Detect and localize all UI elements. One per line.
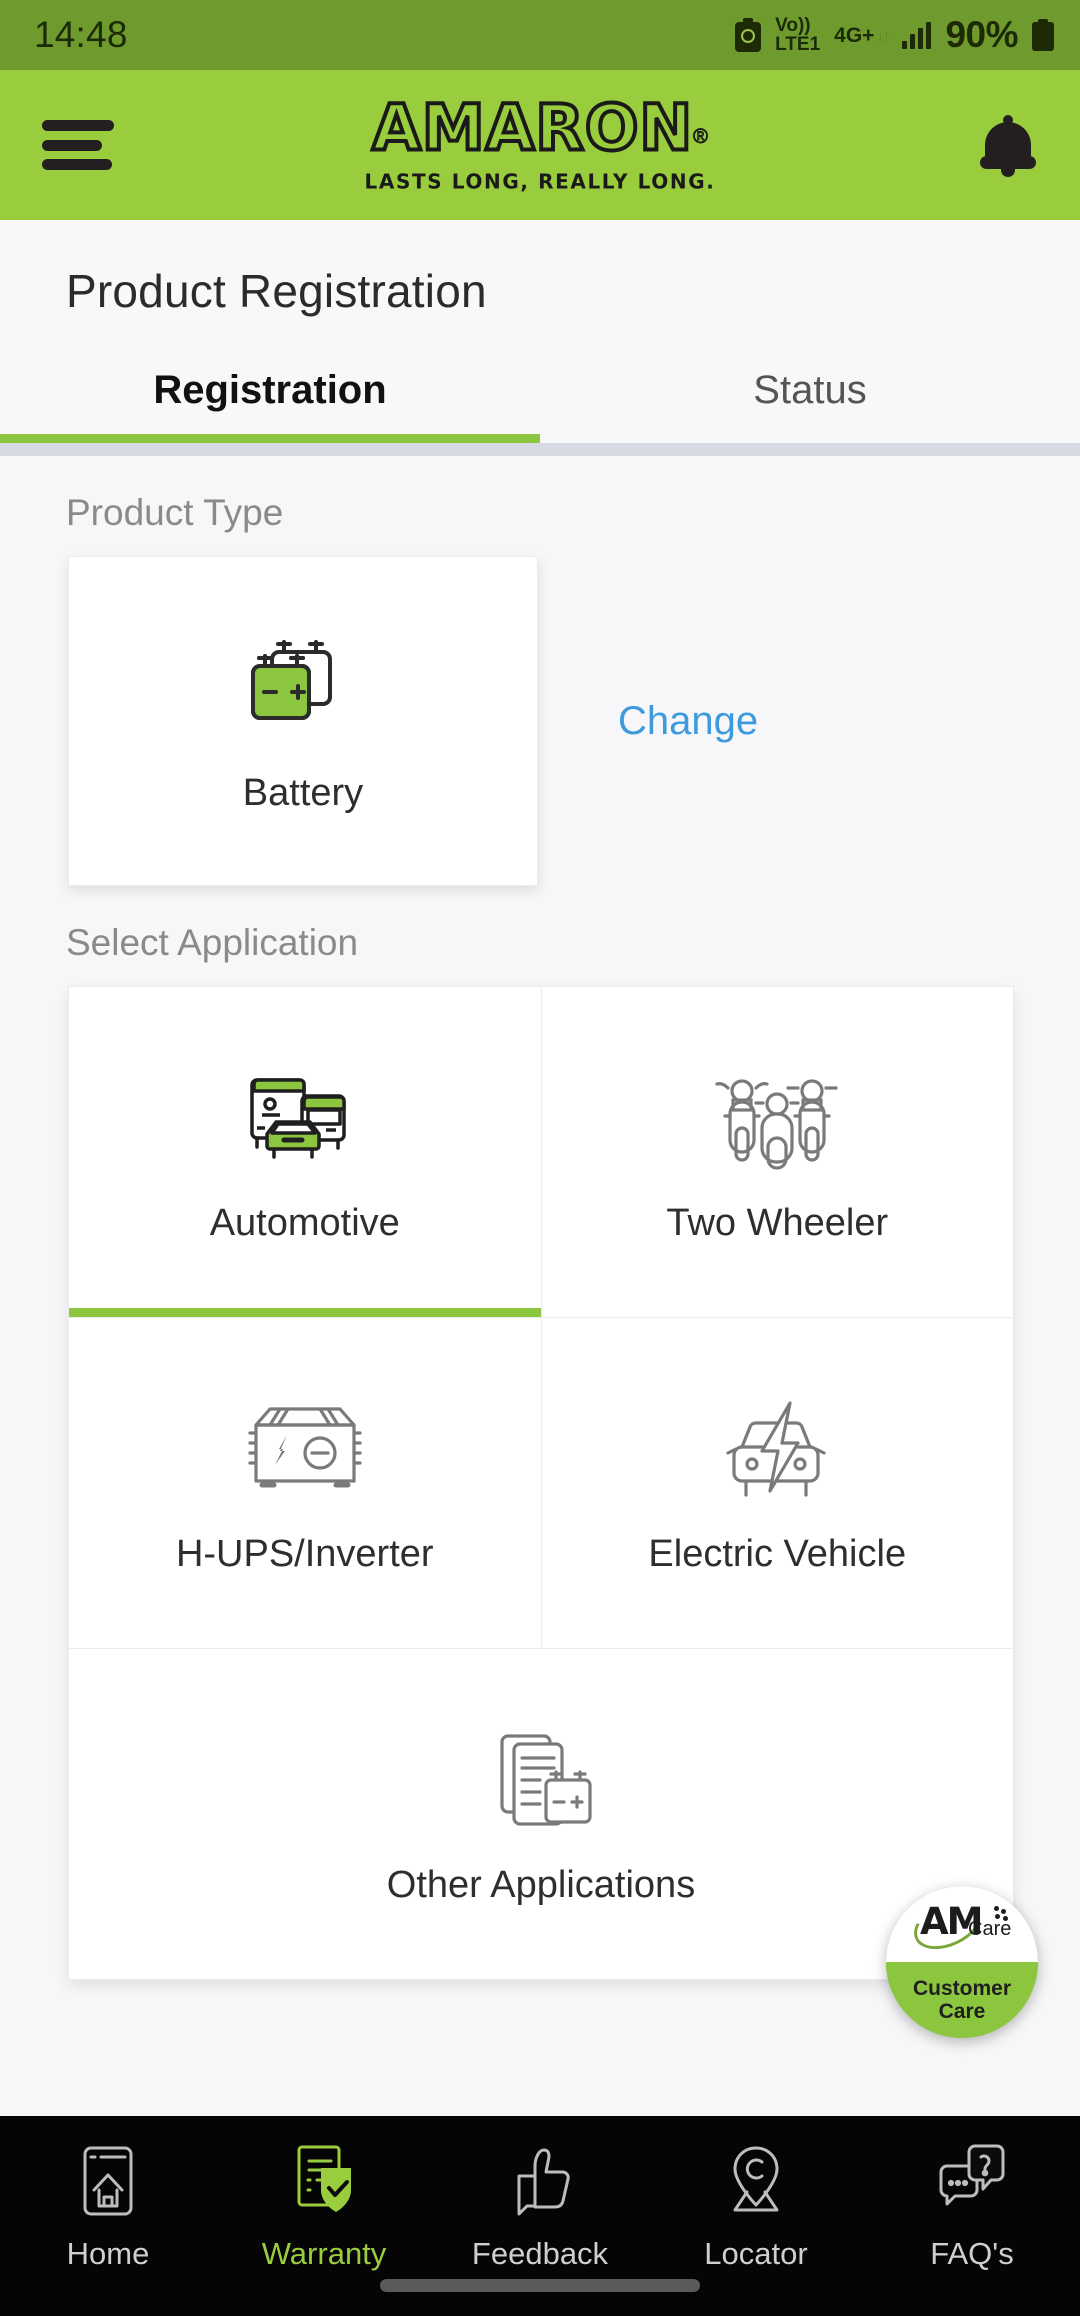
amcare-dots-icon <box>994 1906 1012 1924</box>
nav-item-faqs[interactable]: FAQ's <box>864 2142 1080 2272</box>
thumbs-up-icon <box>501 2142 579 2226</box>
status-bar: 14:48 Vo)) LTE1 4G+ ↓↑ 90% <box>0 0 1080 70</box>
brand-logo: AMARON® LASTS LONG, REALLY LONG. <box>260 91 820 194</box>
truck-bus-car-icon <box>240 1060 370 1178</box>
product-type-label-value: Battery <box>242 771 364 814</box>
product-type-label: Product Type <box>66 492 284 533</box>
hamburger-menu-icon[interactable] <box>42 116 114 174</box>
volte-line2: LTE1 <box>775 34 821 55</box>
tab-status[interactable]: Status <box>540 356 1080 443</box>
warranty-shield-icon <box>285 2142 363 2226</box>
application-label: Two Wheeler <box>666 1201 889 1244</box>
customer-care-line1: Customer <box>912 1976 1012 2000</box>
scooters-icon <box>712 1060 842 1178</box>
status-time: 14:48 <box>34 14 128 55</box>
application-card-automotive[interactable]: Automotive <box>69 987 541 1317</box>
faq-chat-icon <box>933 2142 1011 2226</box>
tab-bar: Registration Status <box>0 356 1080 443</box>
nav-label: Warranty <box>261 2236 387 2271</box>
nav-item-feedback[interactable]: Feedback <box>432 2142 648 2272</box>
documents-battery-icon <box>476 1722 606 1840</box>
nav-label: Home <box>66 2236 150 2271</box>
brand-name: AMARON <box>370 91 694 165</box>
volte-line1: Vo)) <box>775 14 811 36</box>
electric-car-icon <box>712 1391 842 1509</box>
battery-saver-icon <box>735 18 762 52</box>
application-card-electric-vehicle[interactable]: Electric Vehicle <box>541 1318 1013 1648</box>
application-card-two-wheeler[interactable]: Two Wheeler <box>541 987 1013 1317</box>
application-card-hups-inverter[interactable]: H-UPS/Inverter <box>69 1318 541 1648</box>
main-content: Product Type Battery Change Select Appli… <box>0 456 1080 2116</box>
nav-label: Feedback <box>471 2236 609 2271</box>
amcare-logo: AM Care <box>886 1886 1038 1962</box>
map-pin-icon <box>717 2142 795 2226</box>
application-label: Automotive <box>209 1201 400 1244</box>
application-grid: Automotive Two Wheeler H-UPS/Inverter El… <box>68 986 1014 1980</box>
brand-tagline: LASTS LONG, REALLY LONG. <box>364 169 716 194</box>
battery-icon <box>1032 19 1054 51</box>
tab-registration[interactable]: Registration <box>0 356 540 443</box>
application-label: H-UPS/Inverter <box>175 1532 434 1575</box>
battery-percent: 90% <box>945 14 1018 55</box>
application-card-other-applications[interactable]: Other Applications <box>69 1649 1013 1979</box>
change-product-type-button[interactable]: Change <box>618 699 758 744</box>
select-application-label: Select Application <box>66 922 359 963</box>
inverter-box-icon <box>240 1391 370 1509</box>
nav-label: Locator <box>704 2236 808 2271</box>
tab-divider <box>0 443 1080 456</box>
customer-care-line2: Care <box>938 2000 986 2023</box>
status-icons: Vo)) LTE1 4G+ ↓↑ 90% <box>735 14 1054 56</box>
page-header: Product Registration Registration Status <box>0 220 1080 443</box>
tab-active-indicator <box>0 434 540 443</box>
customer-care-text: Customer Care <box>886 1962 1038 2038</box>
network-label: 4G+ <box>834 23 875 47</box>
network-indicator: 4G+ ↓↑ <box>834 23 890 47</box>
customer-care-badge[interactable]: AM Care Customer Care <box>886 1886 1038 2038</box>
registered-mark: ® <box>693 126 709 149</box>
nav-item-warranty[interactable]: Warranty <box>216 2142 432 2272</box>
application-label: Other Applications <box>386 1863 696 1906</box>
nav-item-home[interactable]: Home <box>0 2142 216 2272</box>
product-type-card-battery[interactable]: Battery <box>68 556 538 886</box>
signal-bars-icon <box>902 21 932 49</box>
data-arrows-icon: ↓↑ <box>876 27 890 45</box>
app-header: AMARON® LASTS LONG, REALLY LONG. <box>0 70 1080 220</box>
volte-indicator: Vo)) LTE1 <box>775 14 821 55</box>
application-label: Electric Vehicle <box>648 1532 907 1575</box>
nav-label: FAQ's <box>930 2236 1014 2271</box>
product-type-row: Battery Change <box>0 556 1080 886</box>
bell-icon[interactable] <box>980 114 1036 177</box>
bottom-navigation: Home Warranty Feedback Locator FAQ's <box>0 2116 1080 2316</box>
home-icon <box>69 2142 147 2226</box>
page-title: Product Registration <box>66 265 487 317</box>
battery-stack-icon <box>238 628 368 746</box>
nav-item-locator[interactable]: Locator <box>648 2142 864 2272</box>
gesture-home-bar[interactable] <box>380 2279 700 2292</box>
app-screen: 14:48 Vo)) LTE1 4G+ ↓↑ 90% AMARON® LASTS… <box>0 0 1080 2316</box>
